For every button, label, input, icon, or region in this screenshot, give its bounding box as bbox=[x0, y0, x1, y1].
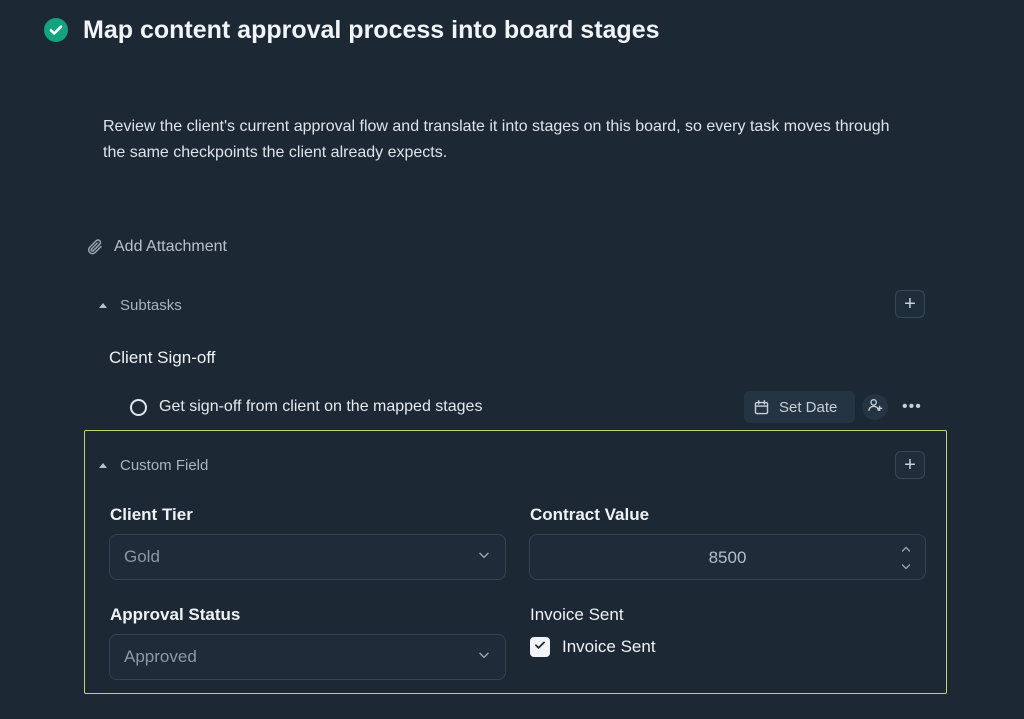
task-description[interactable]: Review the client's current approval flo… bbox=[103, 114, 903, 166]
chevron-down-icon bbox=[477, 548, 491, 567]
contract-value-value: 8500 bbox=[708, 548, 747, 567]
caret-up-icon bbox=[99, 462, 107, 468]
custom-field-section-toggle[interactable]: Custom Field bbox=[99, 455, 208, 475]
more-options-icon[interactable]: ••• bbox=[902, 398, 922, 416]
approval-status-value: Approved bbox=[124, 647, 197, 666]
invoice-sent-label: Invoice Sent bbox=[530, 605, 624, 624]
approval-status-select[interactable]: Approved bbox=[109, 634, 506, 680]
custom-field-section-label: Custom Field bbox=[120, 456, 209, 474]
add-person-icon bbox=[867, 397, 883, 418]
subtask-complete-toggle[interactable] bbox=[130, 398, 147, 416]
set-date-label: Set Date bbox=[779, 398, 838, 416]
add-attachment-button[interactable]: Add Attachment bbox=[86, 235, 227, 259]
task-title[interactable]: Map content approval process into board … bbox=[83, 13, 660, 47]
approval-status-label: Approval Status bbox=[110, 605, 241, 624]
invoice-sent-row[interactable]: Invoice Sent bbox=[530, 637, 656, 657]
chevron-down-icon[interactable] bbox=[900, 559, 912, 577]
client-tier-select[interactable]: Gold bbox=[109, 534, 506, 580]
invoice-sent-checkbox-label: Invoice Sent bbox=[562, 637, 656, 656]
plus-icon: + bbox=[904, 293, 916, 315]
subtasks-section-label: Subtasks bbox=[120, 296, 182, 314]
add-custom-field-button[interactable]: + bbox=[895, 451, 925, 479]
client-tier-label: Client Tier bbox=[110, 505, 193, 524]
subtask-label[interactable]: Get sign-off from client on the mapped s… bbox=[159, 398, 482, 416]
set-date-button[interactable]: Set Date bbox=[744, 391, 855, 423]
number-stepper[interactable] bbox=[899, 541, 913, 575]
checkmark-icon bbox=[533, 638, 547, 657]
add-attachment-label: Add Attachment bbox=[114, 238, 227, 255]
contract-value-input[interactable]: 8500 bbox=[529, 534, 926, 580]
status-check-icon[interactable] bbox=[44, 18, 68, 42]
subtasks-section-toggle[interactable]: Subtasks bbox=[99, 295, 182, 315]
contract-value-label: Contract Value bbox=[530, 505, 650, 524]
calendar-icon bbox=[753, 399, 770, 416]
plus-icon: + bbox=[904, 454, 916, 476]
client-tier-value: Gold bbox=[124, 547, 160, 566]
paperclip-icon bbox=[86, 238, 104, 256]
invoice-sent-checkbox[interactable] bbox=[530, 637, 550, 657]
chevron-down-icon bbox=[477, 648, 491, 667]
subtask-group-name: Client Sign-off bbox=[109, 348, 216, 367]
add-subtask-button[interactable]: + bbox=[895, 290, 925, 318]
subtask-item: Get sign-off from client on the mapped s… bbox=[130, 396, 482, 418]
caret-up-icon bbox=[99, 302, 107, 308]
chevron-up-icon[interactable] bbox=[900, 541, 912, 559]
assign-user-button[interactable] bbox=[862, 394, 888, 420]
